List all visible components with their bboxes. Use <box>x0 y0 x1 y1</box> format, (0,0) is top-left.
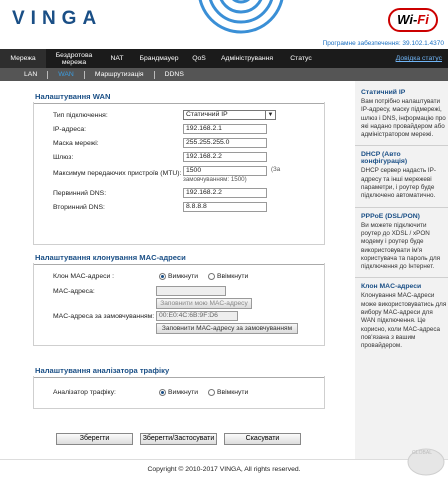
primary-dns-input[interactable]: 192.168.2.2 <box>183 188 267 198</box>
ip-label: IP-адреса: <box>53 126 87 133</box>
tab-firewall[interactable]: Брандмауер <box>132 49 186 68</box>
help-title: Статичний IP <box>361 89 406 96</box>
mtu-hint-default: замовчуванням: 1500) <box>183 176 247 183</box>
chevron-down-icon: ▼ <box>265 111 275 119</box>
mac-address-label: MAC-адреса: <box>53 288 95 295</box>
brand-logo: VINGA <box>12 8 103 29</box>
divider <box>355 145 448 147</box>
subtab-lan[interactable]: LAN <box>0 71 47 78</box>
save-button[interactable]: Зберегти <box>56 433 133 445</box>
mtu-label: Максимум передаючих пристроїв (MTU): <box>53 170 182 177</box>
mtu-hint: (За <box>271 166 281 173</box>
help-text: Клонування MAC-адреси може використовува… <box>361 292 447 350</box>
divider <box>355 206 448 208</box>
mac-clone-label: Клон MAC-адреси : <box>53 273 115 280</box>
help-text: DHCP сервер надасть IP-адресу та інші ме… <box>361 167 436 200</box>
divider <box>355 277 448 279</box>
gateway-input[interactable]: 192.168.2.2 <box>183 152 267 162</box>
subnet-mask-input[interactable]: 255.255.255.0 <box>183 138 267 148</box>
help-text: Ви можете підключити роутер до XDSL / xP… <box>361 221 441 271</box>
tab-wireless[interactable]: Бездротова мережа <box>46 49 102 68</box>
radio-empty-icon <box>207 389 215 396</box>
subtab-routing[interactable]: Маршрутизація <box>85 71 154 78</box>
subtab-wan[interactable]: WAN <box>48 71 84 78</box>
tab-administration[interactable]: Адміністрування <box>212 49 282 68</box>
footer-copyright: Copyright © 2010-2017 VINGA, All rights … <box>0 459 448 480</box>
conn-type-label: Тип підключення: <box>53 112 108 119</box>
wifi-waves-icon <box>198 0 284 34</box>
mac-clone-disable-option[interactable]: Вимкнути <box>159 273 198 280</box>
default-mac-input[interactable]: 00:E0:4C:6B:9F:D6 <box>156 311 238 321</box>
ip-address-input[interactable]: 192.168.2.1 <box>183 124 267 134</box>
watermark-logo: GLOBAL <box>407 448 445 476</box>
top-nav: Мережа Бездротова мережа NAT Брандмауер … <box>0 49 448 68</box>
traffic-analyzer-section: Налаштування аналізатора трафіку Аналіза… <box>33 364 325 409</box>
save-apply-button[interactable]: Зберегти/Застосувати <box>140 433 217 445</box>
help-status-link[interactable]: Довідка статус <box>390 49 448 68</box>
mac-clone-enable-option[interactable]: Ввімкнути <box>207 273 248 280</box>
wan-settings-section: Налаштування WAN Тип підключення: Статич… <box>33 90 325 245</box>
help-text: Вам потрібно налаштувати IP-адресу, маск… <box>361 98 446 139</box>
help-title: DHCP (Авто конфігурація) <box>361 151 408 166</box>
tab-nat[interactable]: NAT <box>102 49 132 68</box>
mtu-input[interactable]: 1500 <box>183 166 267 176</box>
fill-default-mac-button[interactable]: Заповнити MAC-адресу за замовчуванням <box>156 323 298 334</box>
mac-clone-radio-group: Вимкнути Ввімкнути <box>159 273 256 280</box>
mac-address-input[interactable] <box>156 286 226 296</box>
help-sidebar: Статичний IP Вам потрібно налаштувати IP… <box>355 81 448 459</box>
analyzer-enable-option[interactable]: Ввімкнути <box>207 389 248 396</box>
tab-status[interactable]: Статус <box>282 49 320 68</box>
subtab-ddns[interactable]: DDNS <box>155 71 194 78</box>
svg-text:GLOBAL: GLOBAL <box>412 450 432 456</box>
traffic-analyzer-radio-group: Вимкнути Ввімкнути <box>159 389 256 396</box>
conn-type-select[interactable]: Статичний IP ▼ <box>183 110 276 120</box>
firmware-version: Програмне забезпечення: 39.102.1.4370 <box>322 40 444 47</box>
gateway-label: Шлюз: <box>53 154 74 161</box>
fill-my-mac-button[interactable]: Заповнити мою MAC-адресу <box>156 298 252 309</box>
wifi-badge: Wi-Fi <box>388 8 438 32</box>
analyzer-disable-option[interactable]: Вимкнути <box>159 389 198 396</box>
cancel-button[interactable]: Скасувати <box>224 433 301 445</box>
secondary-dns-input[interactable]: 8.8.8.8 <box>183 202 267 212</box>
help-title: PPPoE (DSL/PON) <box>361 212 420 220</box>
tab-network[interactable]: Мережа <box>0 49 46 68</box>
tab-qos[interactable]: QoS <box>186 49 212 68</box>
dns1-label: Первинний DNS: <box>53 190 107 197</box>
help-title: Клон MAC-адреси <box>361 283 422 291</box>
radio-empty-icon <box>207 273 215 280</box>
radio-selected-icon <box>159 389 166 396</box>
radio-selected-icon <box>159 273 166 280</box>
default-mac-label: MAC-адреса за замовчуванням: <box>53 313 155 320</box>
mac-clone-section: Налаштування клонування MAC-адреси Клон … <box>33 251 325 346</box>
traffic-analyzer-label: Аналізатор трафіку: <box>53 389 116 396</box>
header: VINGA Wi-Fi <box>0 0 448 38</box>
dns2-label: Вторинний DNS: <box>53 204 105 211</box>
mask-label: Маска мережі: <box>53 140 99 147</box>
main-content: Налаштування WAN Тип підключення: Статич… <box>0 81 331 459</box>
sub-nav: LAN WAN Маршрутизація DDNS <box>0 68 448 81</box>
